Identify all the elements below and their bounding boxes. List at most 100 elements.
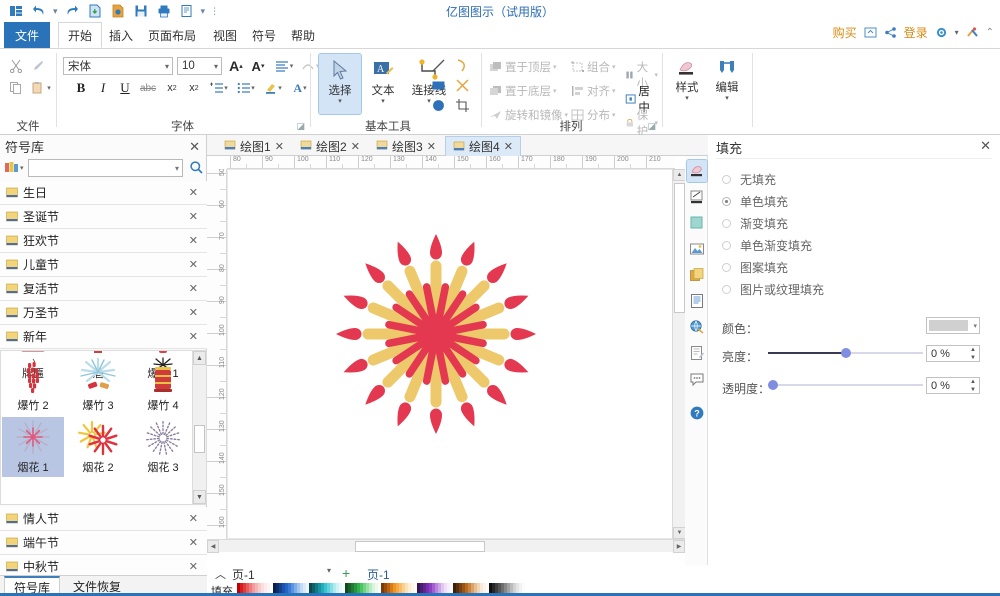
paste-button[interactable]: ▾ [28, 79, 54, 97]
radio-icon[interactable] [722, 197, 731, 206]
line-spacing-button[interactable]: ▾ [272, 57, 296, 75]
bring-to-front-button[interactable]: 置于顶层▾ [487, 58, 559, 76]
fill-option-mono-gradient[interactable]: 单色渐变填充 [722, 237, 812, 254]
page-current-name[interactable]: 页-1 [232, 566, 255, 583]
tools-icon[interactable] [966, 26, 979, 39]
help-rail-icon[interactable]: ? [687, 402, 707, 424]
brightness-spinner[interactable]: 0 % ▲▼ [926, 345, 980, 362]
fill-option-gradient[interactable]: 渐变填充 [722, 215, 788, 232]
bold-button[interactable]: B [71, 79, 91, 97]
scroll-thumb[interactable] [194, 425, 205, 453]
category-close-icon[interactable]: ✕ [189, 512, 198, 525]
brightness-slider[interactable] [768, 347, 923, 359]
transparency-slider[interactable] [768, 379, 923, 391]
fill-color-picker[interactable]: ▾ [926, 317, 980, 334]
font-color-button[interactable]: A ▾ [288, 79, 312, 97]
page-dropdown-icon[interactable]: ▾ [327, 566, 331, 575]
slider-knob[interactable] [768, 380, 778, 390]
share-box-icon[interactable] [864, 26, 877, 39]
symbol-grid-scrollbar[interactable]: ▲ ▼ [192, 351, 206, 504]
settings-gear-icon[interactable] [935, 26, 948, 39]
search-icon[interactable] [189, 160, 204, 178]
category-close-icon[interactable]: ✕ [189, 560, 198, 573]
copy-button[interactable] [6, 79, 26, 97]
radio-icon[interactable] [722, 263, 731, 272]
slider-knob[interactable] [841, 348, 851, 358]
radio-icon[interactable] [722, 219, 731, 228]
numbered-list-button[interactable]: ▾ [207, 79, 231, 97]
buy-link[interactable]: 购买 [833, 24, 857, 41]
category-close-icon[interactable]: ✕ [189, 258, 198, 271]
grow-font-button[interactable]: A▴ [226, 57, 246, 75]
fill-option-none[interactable]: 无填充 [722, 171, 776, 188]
sidebar-item-new-year[interactable]: 新年 ✕ [0, 325, 207, 349]
select-tool-dropdown-icon[interactable]: ▾ [338, 98, 342, 105]
sidebar-item-dragon-boat-festival[interactable]: 端午节 ✕ [0, 531, 207, 555]
line-shape-button[interactable] [427, 56, 449, 74]
sidebar-item-halloween[interactable]: 万圣节 ✕ [0, 301, 207, 325]
crop-shape-button[interactable] [451, 96, 473, 114]
doc-tab-close-icon[interactable]: ✕ [275, 140, 284, 153]
transparency-spinner[interactable]: 0 % ▲▼ [926, 377, 980, 394]
scroll-down-icon[interactable]: ▼ [193, 490, 206, 504]
picture-rail-icon[interactable] [687, 238, 707, 260]
category-close-icon[interactable]: ✕ [189, 210, 198, 223]
shadow-rail-icon[interactable] [687, 212, 707, 234]
font-dialog-launcher[interactable]: ◪ [296, 121, 305, 132]
fill-option-pattern[interactable]: 图案填充 [722, 259, 788, 276]
document-rail-icon[interactable] [687, 290, 707, 312]
sidebar-item-childrens-day[interactable]: 儿童节 ✕ [0, 253, 207, 277]
color-dropdown-icon[interactable]: ▾ [973, 322, 977, 330]
sidebar-item-birthday[interactable]: 生日 ✕ [0, 181, 207, 205]
fill-option-solid[interactable]: 单色填充 [722, 193, 788, 210]
drawing-page[interactable] [227, 169, 675, 539]
tab-file[interactable]: 文件 [4, 22, 50, 48]
select-tool-button[interactable]: 选择 ▾ [319, 54, 361, 114]
cross-shape-button[interactable] [451, 76, 473, 94]
vertical-ruler[interactable]: 50 60 70 80 90 100 110 120 130 140 150 1… [207, 169, 227, 539]
arrange-dialog-launcher[interactable]: ◪ [647, 121, 656, 132]
doc-tab-close-icon[interactable]: ✕ [427, 140, 436, 153]
edit-button[interactable]: 编辑 ▾ [708, 54, 746, 116]
fill-option-picture-texture[interactable]: 图片或纹理填充 [722, 281, 824, 298]
canvas-scroll-right-icon[interactable]: ▶ [673, 540, 685, 553]
arc-shape-button[interactable] [451, 56, 473, 74]
sidebar-item-valentines-day[interactable]: 情人节 ✕ [0, 507, 207, 531]
symbol-item[interactable]: 烟花 3 [132, 417, 194, 477]
canvas-horizontal-scrollbar[interactable]: ◀ ▶ [207, 539, 685, 552]
category-close-icon[interactable]: ✕ [189, 234, 198, 247]
canvas-scroll-thumb[interactable] [674, 183, 685, 313]
subscript-button[interactable]: x2 [162, 79, 182, 97]
style-button[interactable]: 样式 ▾ [668, 54, 706, 116]
text-tool-button[interactable]: A 文本 ▾ [363, 54, 403, 114]
align-button[interactable]: 对齐▾ [569, 82, 618, 100]
sidebar-item-christmas[interactable]: 圣诞节 ✕ [0, 205, 207, 229]
doc-tab-close-icon[interactable]: ✕ [504, 140, 513, 153]
login-link[interactable]: 登录 [904, 24, 928, 41]
scroll-up-icon[interactable]: ▲ [193, 351, 206, 365]
font-family-caret-icon[interactable]: ▾ [165, 62, 169, 71]
firework-shape[interactable] [316, 227, 556, 442]
group-button[interactable]: 组合▾ [569, 58, 618, 76]
symbol-item-firework1[interactable]: 烟花 1 [2, 417, 64, 477]
library-picker-icon[interactable]: ▾ [4, 160, 24, 175]
superscript-button[interactable]: x2 [184, 79, 204, 97]
tab-view[interactable]: 视图 [204, 22, 246, 48]
canvas-hscroll-thumb[interactable] [355, 541, 485, 552]
fill-rail-icon[interactable] [687, 160, 707, 182]
symbol-item[interactable]: 烟花 2 [67, 417, 129, 477]
add-page-button[interactable]: + [342, 565, 350, 581]
note-rail-icon[interactable] [687, 342, 707, 364]
tab-help[interactable]: 帮助 [282, 22, 324, 48]
canvas-scroll-left-icon[interactable]: ◀ [207, 540, 219, 553]
rectangle-shape-button[interactable] [427, 76, 449, 94]
doc-tab-1[interactable]: 绘图1 ✕ [217, 136, 291, 156]
style-dropdown-icon[interactable]: ▾ [685, 95, 689, 102]
tab-page-layout[interactable]: 页面布局 [139, 22, 205, 48]
format-painter-button[interactable] [28, 57, 48, 75]
highlight-color-button[interactable]: ▾ [261, 79, 285, 97]
italic-button[interactable]: I [93, 79, 113, 97]
category-close-icon[interactable]: ✕ [189, 330, 198, 343]
category-close-icon[interactable]: ✕ [189, 282, 198, 295]
tab-symbol[interactable]: 符号 [243, 22, 285, 48]
